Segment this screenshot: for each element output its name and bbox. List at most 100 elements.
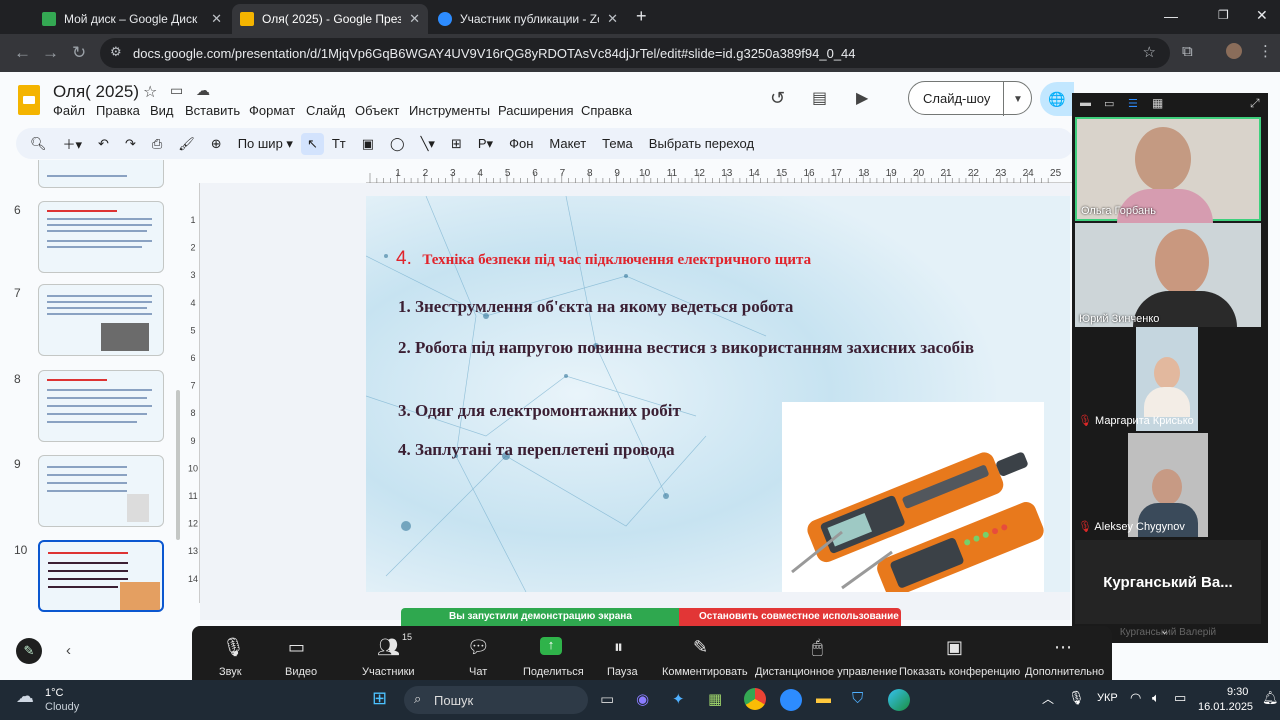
pause-icon[interactable]: ⏸︎	[614, 637, 623, 658]
collapse-filmstrip-icon[interactable]: ‹	[66, 642, 71, 659]
scroll-down-icon[interactable]: ⌄	[1160, 624, 1169, 637]
paint-format-icon[interactable]: 🖌︎	[170, 136, 203, 152]
participants-icon[interactable]: 👥︎	[377, 637, 400, 658]
browser-menu-icon[interactable]: ⋮	[1258, 42, 1273, 60]
star-icon[interactable]: ☆	[143, 82, 157, 102]
layout-button[interactable]: Макет	[541, 136, 594, 151]
edge-icon[interactable]	[888, 689, 910, 711]
close-icon[interactable]: ✕	[607, 11, 618, 27]
share-button[interactable]: 🌐	[1040, 82, 1074, 116]
redo-icon[interactable]: ↷	[117, 136, 144, 152]
slide-thumbnail-8[interactable]	[38, 370, 164, 442]
participants-button[interactable]: Участники	[362, 666, 415, 678]
show-meeting-icon[interactable]: ▣	[946, 637, 963, 658]
participant-video-olga[interactable]: Ольга Горбань	[1075, 117, 1261, 223]
menu-format[interactable]: Формат	[249, 103, 295, 118]
share-screen-icon[interactable]: ↑	[540, 637, 562, 655]
remote-control-button[interactable]: Дистанционное управление	[755, 666, 897, 678]
profile-avatar[interactable]	[1226, 43, 1242, 59]
move-folder-icon[interactable]: ▭	[170, 82, 183, 99]
menu-insert[interactable]: Вставить	[185, 103, 240, 118]
reload-icon[interactable]: ↻	[72, 43, 86, 63]
menu-file[interactable]: Файл	[53, 103, 85, 118]
volume-icon[interactable]: 🔈︎	[1152, 690, 1160, 706]
chrome-icon[interactable]	[744, 688, 766, 710]
url-field[interactable]: ⚙ docs.google.com/presentation/d/1MjqVp6…	[100, 38, 1170, 68]
input-language[interactable]: УКР	[1097, 692, 1118, 704]
menu-help[interactable]: Справка	[581, 103, 632, 118]
menu-view[interactable]: Вид	[150, 103, 174, 118]
slide-thumbnail-9[interactable]	[38, 455, 164, 527]
select-tool-icon[interactable]: ↖	[300, 132, 324, 155]
audio-button[interactable]: Звук	[219, 666, 242, 678]
clock-date[interactable]: 16.01.2025	[1198, 701, 1253, 713]
participant-tile-kurhanskyi[interactable]: Курганський Ва...	[1075, 540, 1261, 624]
line-icon[interactable]: ╲▾	[413, 136, 443, 152]
menu-tools[interactable]: Инструменты	[409, 103, 490, 118]
tab-google-drive[interactable]: Мой диск – Google Диск ✕	[34, 4, 230, 34]
forward-icon[interactable]: →	[42, 43, 59, 63]
close-icon[interactable]: ✕	[409, 11, 420, 27]
zoom-view-grid-icon[interactable]: ▦	[1152, 96, 1163, 110]
taskbar-search[interactable]: ⌕ Пошук	[404, 686, 588, 714]
weather-desc[interactable]: Cloudy	[45, 701, 79, 713]
undo-icon[interactable]: ↶	[90, 136, 117, 152]
image-icon[interactable]: ▣	[354, 136, 382, 152]
start-icon[interactable]: ⊞	[372, 688, 387, 709]
zoom-icon[interactable]: ⊕	[203, 136, 230, 152]
slides-logo[interactable]	[18, 85, 40, 115]
comment-icon[interactable]: ⊞	[443, 136, 470, 152]
slide-thumbnail-10[interactable]	[38, 540, 164, 612]
more-icon[interactable]: ⋯	[1054, 637, 1072, 658]
participant-video-yuriy[interactable]: Юрий Зинченко	[1075, 223, 1261, 327]
clock-time[interactable]: 9:30	[1227, 686, 1248, 698]
extensions-icon[interactable]: ⧉	[1182, 43, 1193, 60]
battery-icon[interactable]: ▭	[1174, 690, 1186, 706]
document-title[interactable]: Оля( 2025)	[53, 82, 139, 102]
store-icon[interactable]: ▦	[708, 690, 722, 708]
back-icon[interactable]: ←	[14, 43, 31, 63]
zoom-view-stack-icon[interactable]: ☰	[1128, 97, 1138, 110]
theme-button[interactable]: Тема	[594, 136, 641, 151]
tray-chevron-icon[interactable]: ︿	[1042, 690, 1054, 707]
share-screen-button[interactable]: Поделиться	[523, 666, 584, 678]
menu-extensions[interactable]: Расширения	[498, 103, 574, 118]
show-meeting-button[interactable]: Показать конференцию	[899, 666, 1020, 678]
comments-icon[interactable]: ▤	[812, 88, 827, 108]
new-slide-icon[interactable]: ＋▾	[55, 134, 91, 153]
maximize-button[interactable]: ❐	[1218, 8, 1229, 22]
defender-icon[interactable]: ⛉	[852, 690, 863, 707]
zoom-app-icon[interactable]	[780, 689, 802, 711]
new-tab-button[interactable]: +	[636, 6, 647, 27]
menu-edit[interactable]: Правка	[96, 103, 140, 118]
slide-thumbnail[interactable]	[38, 160, 164, 188]
annotate-icon[interactable]: ✎	[693, 637, 708, 658]
format-options-icon[interactable]: P▾	[470, 136, 501, 152]
slide[interactable]: 4. Техніка безпеки під час підключення е…	[366, 196, 1070, 592]
video-camera-icon[interactable]: ▭	[288, 637, 305, 658]
copilot-icon[interactable]: ✦	[672, 690, 685, 708]
bookmark-star-icon[interactable]: ☆	[1143, 43, 1156, 61]
close-icon[interactable]: ✕	[211, 11, 222, 27]
site-info-icon[interactable]: ⚙	[110, 44, 122, 60]
slideshow-dropdown[interactable]: ▼	[1003, 82, 1032, 116]
slide-thumbnail-7[interactable]	[38, 284, 164, 356]
background-button[interactable]: Фон	[501, 136, 541, 151]
chat-button[interactable]: Чат	[469, 666, 487, 678]
transition-button[interactable]: Выбрать переход	[641, 136, 762, 151]
zoom-view-strip-icon[interactable]: ▭	[1104, 97, 1114, 110]
menu-slide[interactable]: Слайд	[306, 103, 345, 118]
zoom-expand-icon[interactable]: ⤢	[1250, 96, 1260, 111]
window-close-button[interactable]: ✕	[1256, 7, 1268, 24]
pause-button[interactable]: Пауза	[607, 666, 638, 678]
version-history-icon[interactable]: ↺	[770, 88, 785, 109]
minimize-button[interactable]: —	[1164, 8, 1178, 24]
more-button[interactable]: Дополнительно	[1025, 666, 1104, 678]
zoom-annotate-icon[interactable]: ✎	[16, 638, 42, 664]
zoom-select[interactable]: По шир ▾	[230, 136, 301, 152]
file-explorer-icon[interactable]: ▬	[816, 690, 831, 707]
chat-icon[interactable]: 💬︎	[467, 637, 490, 658]
tab-zoom[interactable]: Участник публикации - Zoom ✕	[430, 4, 626, 34]
text-box-icon[interactable]: Tт	[324, 136, 354, 151]
meet-icon[interactable]: ▶	[856, 88, 868, 108]
